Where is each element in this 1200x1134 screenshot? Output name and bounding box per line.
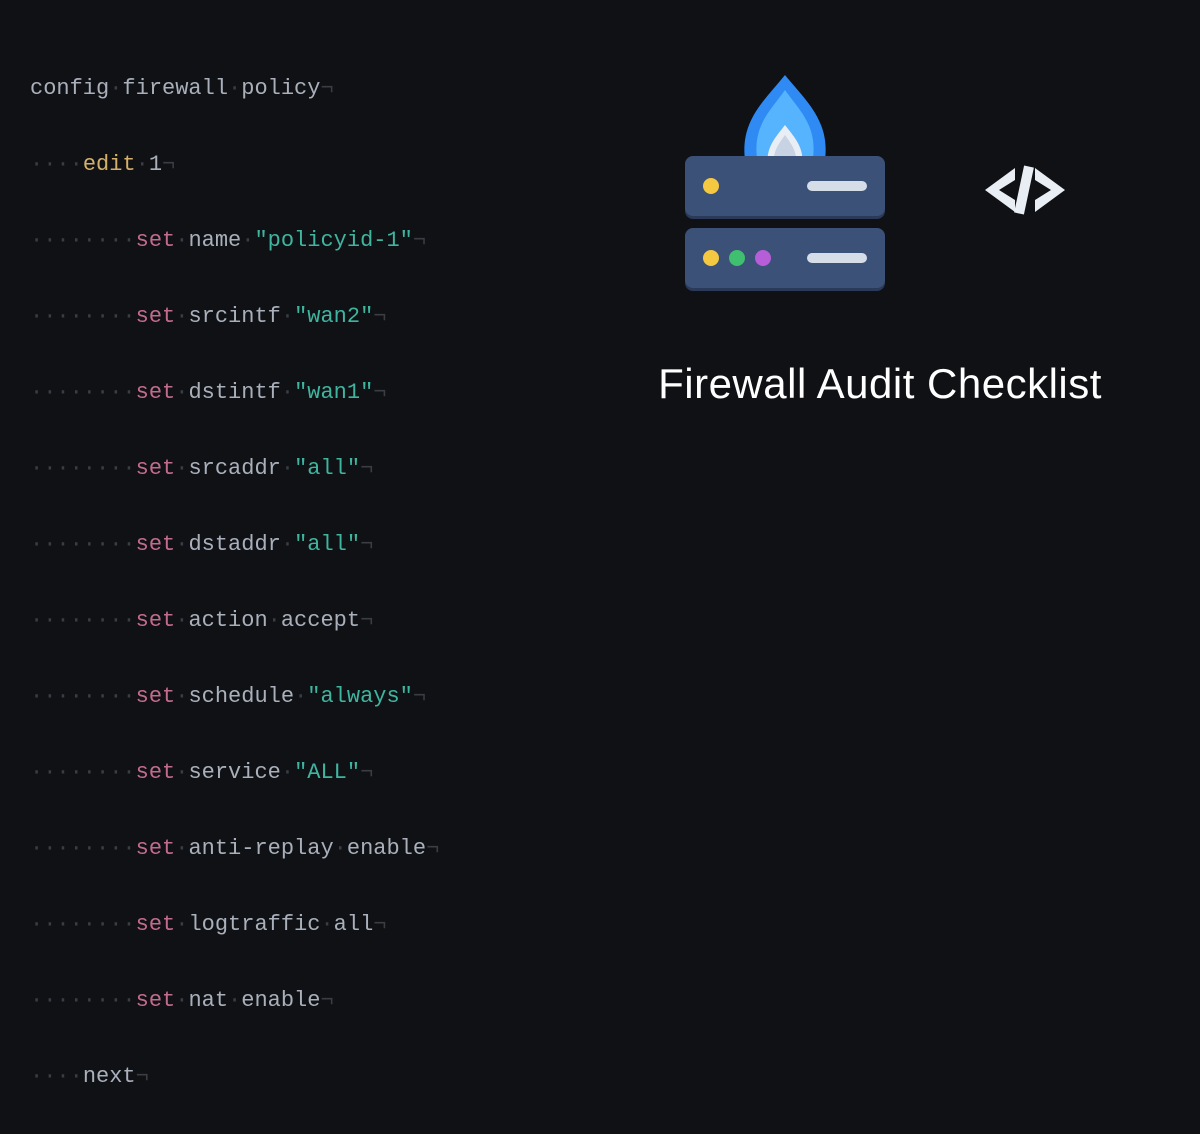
code-line: ········set·srcaddr·"all"¬ [30,450,439,488]
code-line: ········set·name·"policyid-1"¬ [30,222,439,260]
code-line: ········set·schedule·"always"¬ [30,678,439,716]
config-code-block: config·firewall·policy¬ ····edit·1¬ ····… [30,32,439,1134]
code-line: ········set·dstintf·"wan1"¬ [30,374,439,412]
page-title: Firewall Audit Checklist [620,360,1140,408]
code-line: ····edit·1¬ [30,146,439,184]
code-line: ········set·anti-replay·enable¬ [30,830,439,868]
code-line: ········set·dstaddr·"all"¬ [30,526,439,564]
code-line: ········set·srcintf·"wan2"¬ [30,298,439,336]
code-line: config·firewall·policy¬ [30,70,439,108]
code-brackets-icon [975,160,1075,220]
code-line: ········set·nat·enable¬ [30,982,439,1020]
firewall-server-icon [685,80,885,300]
icon-row [620,80,1140,300]
code-line: ········set·logtraffic·all¬ [30,906,439,944]
rack-slot [807,181,867,191]
code-line: ····next¬ [30,1058,439,1096]
led-icon [703,178,719,194]
led-icon [729,250,745,266]
server-body-icon [685,156,885,300]
server-rack-bottom [685,228,885,288]
rack-slot [807,253,867,263]
code-line: ········set·service·"ALL"¬ [30,754,439,792]
led-icon [755,250,771,266]
code-line: ········set·action·accept¬ [30,602,439,640]
hero-panel: Firewall Audit Checklist [620,80,1140,408]
led-icon [703,250,719,266]
server-rack-top [685,156,885,216]
